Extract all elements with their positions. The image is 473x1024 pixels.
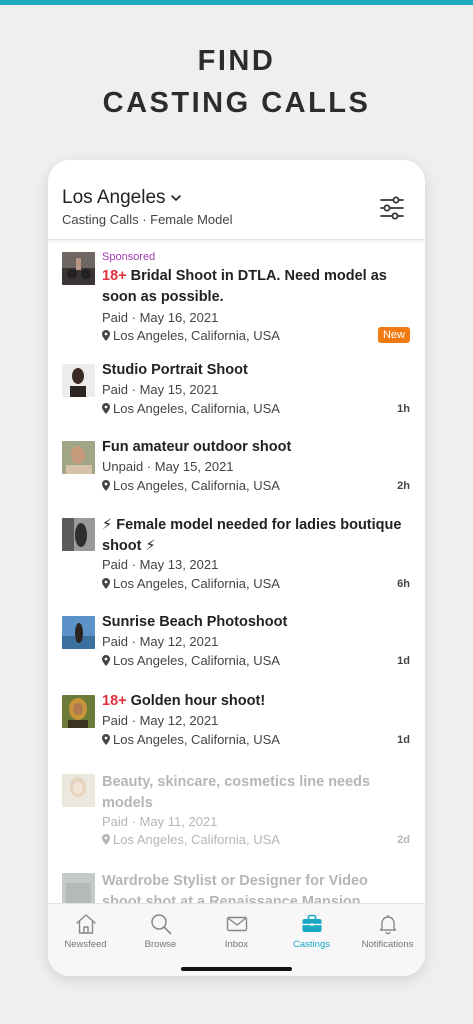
casting-title-text: Golden hour shoot! <box>126 693 266 709</box>
house-icon <box>75 914 96 934</box>
bell-icon <box>379 915 396 935</box>
casting-meta: Paid · May 12, 2021 <box>102 713 219 728</box>
location-pin-icon <box>102 578 110 589</box>
promo-line-2: CASTING CALLS <box>102 87 371 119</box>
casting-location: Los Angeles, California, USA <box>102 478 280 493</box>
filter-sliders-icon[interactable] <box>378 194 406 222</box>
casting-list-item[interactable]: Sunrise Beach Photoshoot Paid · May 12, … <box>48 610 425 682</box>
envelope-icon <box>226 916 247 932</box>
location-label: Los Angeles <box>62 187 166 208</box>
casting-feed: Sponsored 18+ Bridal Shoot in DTLA. Need… <box>48 240 425 903</box>
chevron-down-icon <box>170 195 181 201</box>
tab-label: Inbox <box>224 939 249 950</box>
casting-location-text: Los Angeles, California, USA <box>113 653 280 668</box>
adult-tag: 18+ <box>102 693 127 709</box>
casting-meta: Paid · May 13, 2021 <box>102 557 219 572</box>
tab-label: Newsfeed <box>64 939 107 950</box>
posted-age: 1d <box>397 655 410 667</box>
casting-list-item[interactable]: Fun amateur outdoor shoot Unpaid · May 1… <box>48 433 425 505</box>
new-badge: New <box>377 327 410 343</box>
casting-thumbnail <box>62 695 95 728</box>
casting-location-text: Los Angeles, California, USA <box>113 576 280 591</box>
casting-title: Fun amateur outdoor shoot <box>102 439 292 455</box>
casting-title: Sunrise Beach Photoshoot <box>102 614 288 630</box>
casting-location-text: Los Angeles, California, USA <box>113 832 280 847</box>
home-indicator[interactable] <box>181 967 292 971</box>
casting-title: 18+ Golden hour shoot! <box>102 691 407 712</box>
tab-label: Castings <box>293 939 330 950</box>
casting-meta: Paid · May 16, 2021 <box>102 310 219 325</box>
location-pin-icon <box>102 330 110 341</box>
casting-thumbnail <box>62 774 95 807</box>
casting-title: ⚡ Female model needed for ladies boutiqu… <box>102 517 402 554</box>
casting-location: Los Angeles, California, USA <box>102 328 280 343</box>
magnifier-icon <box>150 914 171 935</box>
posted-age: 6h <box>397 578 410 590</box>
location-pin-icon <box>102 734 110 745</box>
casting-thumbnail <box>62 441 95 474</box>
casting-title: Studio Portrait Shoot <box>102 362 248 378</box>
adult-tag: 18+ <box>102 268 127 284</box>
casting-thumbnail <box>62 616 95 649</box>
promo-line-1: FIND <box>197 45 276 77</box>
location-pin-icon <box>102 655 110 666</box>
briefcase-icon <box>302 914 321 932</box>
location-pin-icon <box>102 403 110 414</box>
tab-notifications[interactable]: Notifications <box>350 912 425 950</box>
casting-list-item[interactable]: Wardrobe Stylist or Designer for Video s… <box>48 867 425 903</box>
casting-title-text: Bridal Shoot in DTLA. Need model as soon… <box>102 268 387 305</box>
casting-location-text: Los Angeles, California, USA <box>113 478 280 493</box>
tab-newsfeed[interactable]: Newsfeed <box>48 912 123 950</box>
tab-inbox[interactable]: Inbox <box>199 912 274 950</box>
casting-list-item[interactable]: 18+ Golden hour shoot! Paid · May 12, 20… <box>48 689 425 761</box>
phone-screen: Los Angeles Casting Calls · Female Model… <box>48 160 425 976</box>
casting-thumbnail <box>62 873 95 903</box>
casting-meta: Paid · May 11, 2021 <box>102 814 218 829</box>
app-header: Los Angeles Casting Calls · Female Model <box>48 160 425 240</box>
casting-list-item[interactable]: ⚡ Female model needed for ladies boutiqu… <box>48 510 425 602</box>
bottom-tab-bar: Newsfeed Browse Inbox Castings Notificat… <box>48 903 425 976</box>
posted-age: 2d <box>397 834 410 846</box>
casting-meta: Paid · May 15, 2021 <box>102 382 219 397</box>
casting-thumbnail <box>62 518 95 551</box>
casting-list-item[interactable]: Studio Portrait Shoot Paid · May 15, 202… <box>48 356 425 428</box>
tab-castings[interactable]: Castings <box>274 912 349 950</box>
posted-age: 1h <box>397 403 410 415</box>
casting-location: Los Angeles, California, USA <box>102 732 280 747</box>
casting-title: Wardrobe Stylist or Designer for Video s… <box>102 873 368 903</box>
casting-title: Beauty, skincare, cosmetics line needs m… <box>102 774 371 811</box>
posted-age: 2h <box>397 480 410 492</box>
casting-thumbnail <box>62 252 95 285</box>
casting-location: Los Angeles, California, USA <box>102 653 280 668</box>
posted-age: 1d <box>397 734 410 746</box>
sponsored-label: Sponsored <box>102 251 156 263</box>
location-pin-icon <box>102 834 110 845</box>
casting-location: Los Angeles, California, USA <box>102 576 280 591</box>
location-selector[interactable]: Los Angeles <box>62 187 182 209</box>
promo-headline: FIND CASTING CALLS <box>0 40 473 124</box>
casting-list-item[interactable]: Sponsored 18+ Bridal Shoot in DTLA. Need… <box>48 240 425 348</box>
casting-meta: Paid · May 12, 2021 <box>102 634 219 649</box>
casting-location-text: Los Angeles, California, USA <box>113 328 280 343</box>
casting-list-item[interactable]: Beauty, skincare, cosmetics line needs m… <box>48 768 425 860</box>
header-subtitle: Casting Calls · Female Model <box>62 212 233 227</box>
top-accent-strip <box>0 0 473 5</box>
tab-label: Notifications <box>361 939 414 950</box>
casting-location-text: Los Angeles, California, USA <box>113 401 280 416</box>
casting-meta: Unpaid · May 15, 2021 <box>102 459 234 474</box>
casting-thumbnail <box>62 364 95 397</box>
casting-location-text: Los Angeles, California, USA <box>113 732 280 747</box>
casting-title: 18+ Bridal Shoot in DTLA. Need model as … <box>102 266 407 307</box>
casting-location: Los Angeles, California, USA <box>102 832 280 847</box>
tab-label: Browse <box>144 939 177 950</box>
casting-location: Los Angeles, California, USA <box>102 401 280 416</box>
tab-browse[interactable]: Browse <box>123 912 198 950</box>
location-pin-icon <box>102 480 110 491</box>
